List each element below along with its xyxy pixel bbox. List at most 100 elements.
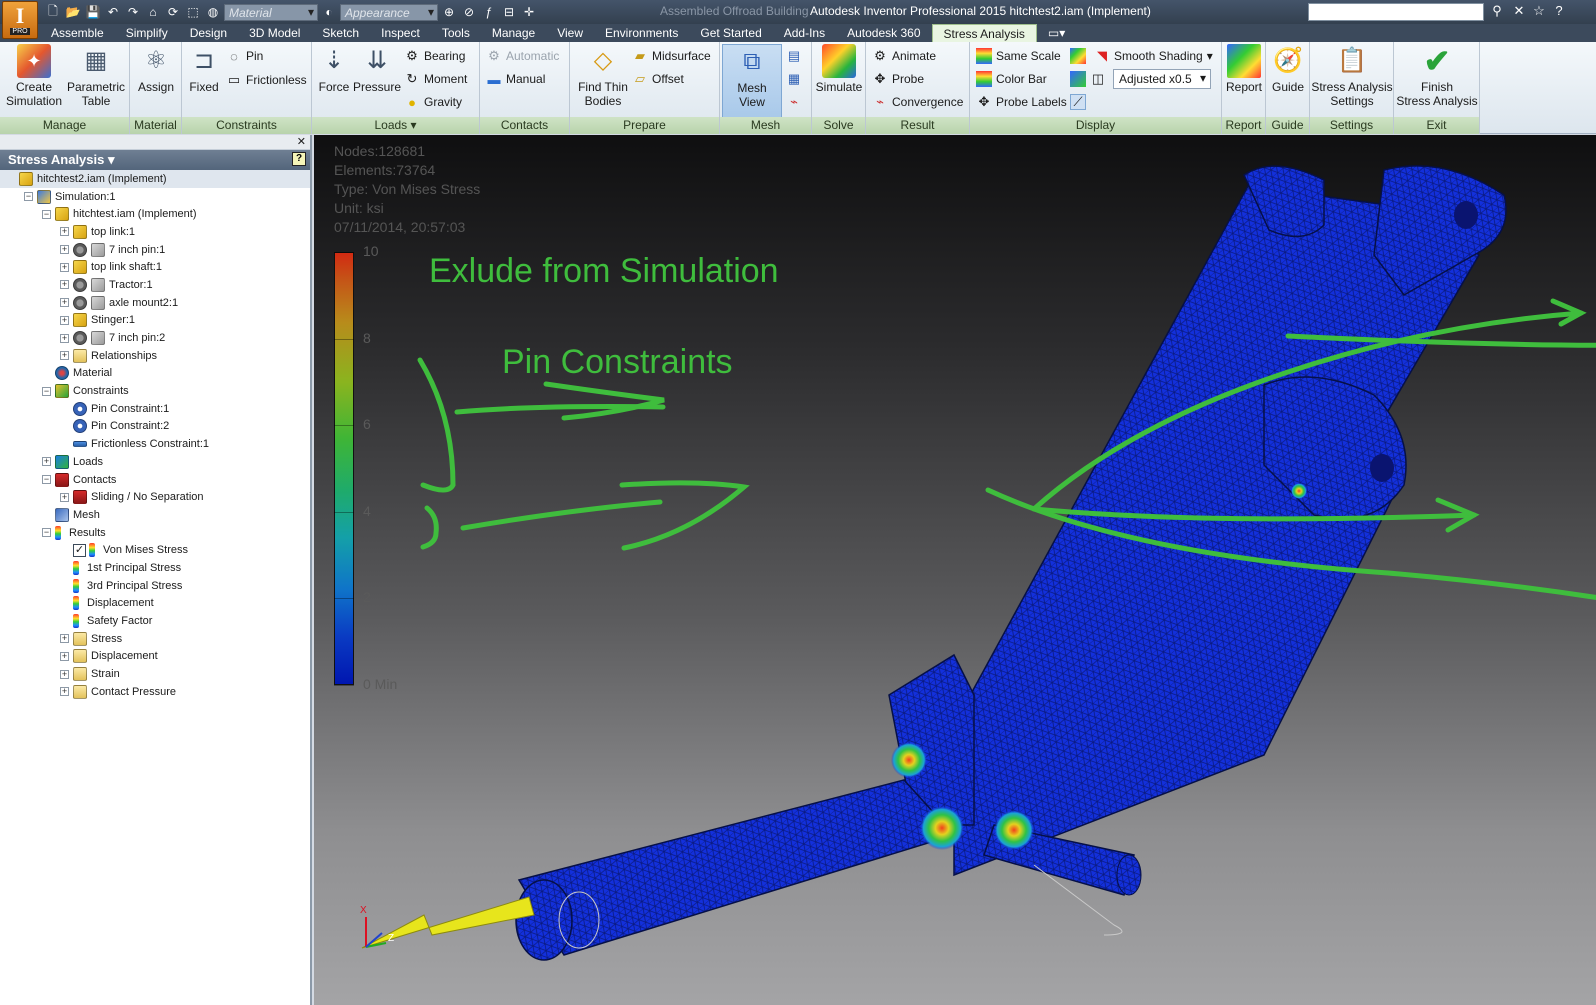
pressure-button[interactable]: ⇊ Pressure — [353, 44, 401, 95]
frictionless-constraint-button[interactable]: ▭ Frictionless — [226, 70, 307, 90]
measure-icon[interactable]: ⊟ — [500, 3, 518, 21]
collapse-icon[interactable]: − — [42, 475, 51, 485]
tab-sketch[interactable]: Sketch — [311, 24, 370, 42]
moment-button[interactable]: ↻ Moment — [404, 69, 468, 89]
browser-node[interactable]: Pin Constraint:2 — [0, 418, 310, 436]
star-icon[interactable]: ☆ — [1530, 3, 1548, 21]
mesh-settings-button[interactable]: ▤ — [786, 46, 802, 66]
browser-node[interactable]: − Constraints — [0, 382, 310, 400]
browser-node[interactable]: + Sliding / No Separation — [0, 488, 310, 506]
tab-manage[interactable]: Manage — [481, 24, 546, 42]
expand-icon[interactable]: + — [60, 315, 69, 325]
tab-stress-analysis[interactable]: Stress Analysis — [931, 24, 1037, 42]
browser-node[interactable]: − hitchtest.iam (Implement) — [0, 205, 310, 223]
pin-constraint-button[interactable]: ◌ Pin — [226, 46, 263, 66]
move-icon[interactable]: ✛ — [520, 3, 538, 21]
browser-node[interactable]: Mesh — [0, 506, 310, 524]
ribbon-options-icon[interactable]: ▭▾ — [1037, 24, 1076, 42]
animate-button[interactable]: ⚙ Animate — [872, 46, 936, 66]
adjust-icon[interactable]: ⊕ — [440, 3, 458, 21]
browser-node[interactable]: +7 inch pin:1 — [0, 241, 310, 259]
automatic-contacts-button[interactable]: ⚙ Automatic — [486, 46, 559, 66]
browser-node[interactable]: Material — [0, 365, 310, 383]
save-icon[interactable]: 💾 — [84, 3, 102, 21]
browser-header[interactable]: Stress Analysis ▾ ? — [0, 150, 310, 170]
assign-button[interactable]: ⚛ Assign — [136, 44, 176, 95]
tab-3d-model[interactable]: 3D Model — [238, 24, 311, 42]
shading-dropdown[interactable]: ◥ Smooth Shading ▾ — [1094, 46, 1213, 66]
manual-contact-button[interactable]: ▬ Manual — [486, 69, 546, 89]
appearance-combo[interactable]: Appearance — [340, 3, 438, 21]
collapse-icon[interactable]: − — [42, 386, 51, 396]
browser-node[interactable]: Frictionless Constraint:1 — [0, 435, 310, 453]
displacement-display-button[interactable]: ⟋ — [1070, 92, 1086, 112]
tab-simplify[interactable]: Simplify — [115, 24, 179, 42]
parametric-table-button[interactable]: ▦ Parametric Table — [66, 44, 126, 109]
tab-add-ins[interactable]: Add-Ins — [773, 24, 836, 42]
collapse-icon[interactable]: − — [24, 192, 33, 202]
browser-node[interactable]: Pin Constraint:1 — [0, 400, 310, 418]
browser-node[interactable]: hitchtest2.iam (Implement) — [0, 170, 310, 188]
browser-node[interactable]: − Contacts — [0, 471, 310, 489]
browser-node[interactable]: + Stinger:1 — [0, 312, 310, 330]
gravity-button[interactable]: ● Gravity — [404, 92, 462, 112]
find-thin-bodies-button[interactable]: ◇ Find Thin Bodies — [574, 44, 632, 109]
boundary-conditions-button[interactable] — [1070, 69, 1086, 89]
browser-node[interactable]: ✓ Von Mises Stress — [0, 541, 310, 559]
probe-button[interactable]: ✥ Probe — [872, 69, 924, 89]
midsurface-button[interactable]: ▰ Midsurface — [632, 46, 711, 66]
tab-assemble[interactable]: Assemble — [40, 24, 115, 42]
probe-labels-button[interactable]: ✥ Probe Labels — [976, 92, 1067, 112]
expand-icon[interactable]: + — [60, 687, 69, 697]
select-icon[interactable]: ⬚ — [184, 3, 202, 21]
browser-node[interactable]: +7 inch pin:2 — [0, 329, 310, 347]
appearance-icon[interactable]: ◐ — [320, 3, 338, 21]
tab-tools[interactable]: Tools — [431, 24, 481, 42]
browser-node[interactable]: − Simulation:1 — [0, 188, 310, 206]
color-wheel-icon[interactable]: ◍ — [204, 3, 222, 21]
browser-node[interactable]: + Loads — [0, 453, 310, 471]
visibility-checkbox[interactable]: ✓ — [73, 543, 86, 557]
graphics-viewport[interactable]: X Z Nodes:128681 Elements:73764 Type: Vo… — [314, 135, 1596, 1005]
mesh-view-button[interactable]: ⧉ Mesh View — [722, 44, 782, 118]
expand-icon[interactable]: + — [60, 245, 69, 255]
expand-icon[interactable]: + — [60, 333, 69, 343]
tab-inspect[interactable]: Inspect — [370, 24, 431, 42]
tab-environments[interactable]: Environments — [594, 24, 689, 42]
redo-icon[interactable]: ↷ — [124, 3, 142, 21]
tab-design[interactable]: Design — [179, 24, 238, 42]
binoculars-icon[interactable]: ⚲ — [1488, 3, 1506, 21]
expand-icon[interactable]: + — [60, 351, 69, 361]
result-contour-button[interactable] — [1070, 46, 1086, 66]
expand-icon[interactable]: + — [60, 262, 69, 272]
create-simulation-button[interactable]: ✦ Create Simulation — [4, 44, 64, 108]
stress-analysis-settings-button[interactable]: 📋 Stress Analysis Settings — [1311, 44, 1392, 109]
bearing-load-button[interactable]: ⚙ Bearing — [404, 46, 465, 66]
expand-icon[interactable]: + — [60, 634, 69, 644]
application-menu-button[interactable]: I PRO — [2, 1, 38, 39]
offset-button[interactable]: ▱ Offset — [632, 69, 684, 89]
expand-icon[interactable]: + — [60, 227, 69, 237]
tab-get-started[interactable]: Get Started — [689, 24, 772, 42]
finish-stress-analysis-button[interactable]: ✔ Finish Stress Analysis — [1396, 44, 1478, 108]
collapse-icon[interactable]: − — [42, 528, 51, 538]
close-icon[interactable]: ✕ — [297, 135, 306, 148]
browser-node[interactable]: + top link shaft:1 — [0, 258, 310, 276]
same-scale-button[interactable]: Same Scale — [976, 46, 1061, 66]
force-button[interactable]: ⇣ Force — [316, 44, 352, 95]
help-icon[interactable]: ? — [292, 152, 306, 166]
local-mesh-button[interactable]: ▦ — [786, 69, 802, 89]
expand-icon[interactable]: + — [60, 492, 69, 502]
expand-icon[interactable]: + — [60, 651, 69, 661]
browser-node[interactable]: + top link:1 — [0, 223, 310, 241]
convergence-settings-button[interactable]: ⌁ — [786, 92, 802, 112]
clear-icon[interactable]: ⊘ — [460, 3, 478, 21]
tab-view[interactable]: View — [546, 24, 594, 42]
panel-label-loads[interactable]: Loads ▾ — [312, 117, 479, 134]
browser-node[interactable]: + Strain — [0, 665, 310, 683]
expand-icon[interactable]: + — [60, 280, 69, 290]
help-search-input[interactable] — [1308, 3, 1484, 21]
undo-icon[interactable]: ↶ — [104, 3, 122, 21]
browser-node[interactable]: 1st Principal Stress — [0, 559, 310, 577]
browser-node[interactable]: + Stress — [0, 630, 310, 648]
